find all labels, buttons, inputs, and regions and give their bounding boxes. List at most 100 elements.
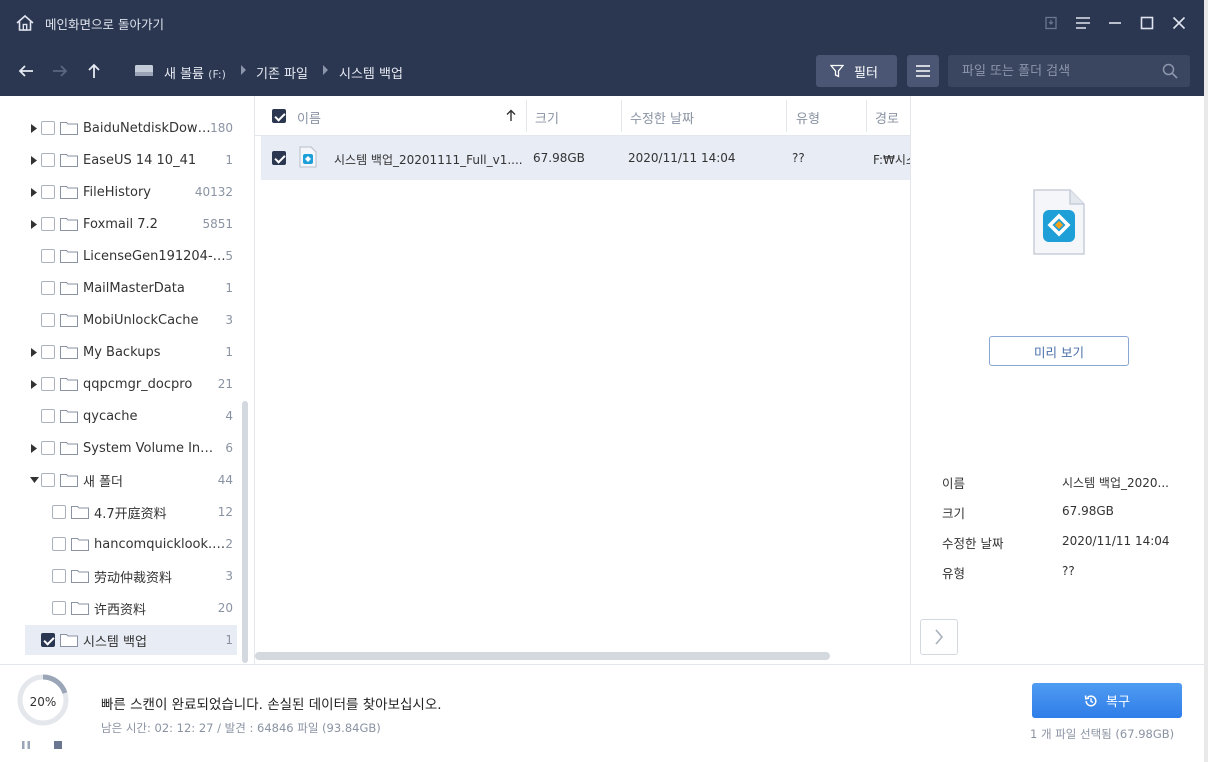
expand-arrow-icon[interactable] [27, 121, 41, 135]
tree-item[interactable]: LicenseGen191204-New 5 [41, 241, 233, 271]
next-file-button[interactable] [920, 619, 958, 655]
tree-item-name: 4.7开庭资料 [94, 506, 167, 522]
collapse-arrow-icon[interactable] [27, 473, 41, 487]
breadcrumb-drive[interactable]: 새 볼륨 (F:) [164, 63, 226, 82]
selection-info: 1 개 파일 선택됨 (67.98GB) [1030, 727, 1175, 741]
tree-item[interactable]: qycache 4 [41, 401, 233, 431]
expand-arrow-icon[interactable] [27, 153, 41, 167]
tree-checkbox[interactable] [41, 313, 55, 327]
tree-item-name: MobiUnlockCache [83, 312, 199, 328]
folder-tree: BaiduNetdiskDownl... 180 EaseUS 14 10_41… [0, 96, 254, 664]
column-divider[interactable] [526, 100, 527, 132]
back-arrow-icon[interactable] [16, 61, 36, 81]
tree-checkbox[interactable] [41, 281, 55, 295]
search-input[interactable] [948, 55, 1158, 87]
column-header-type[interactable]: 유형 [796, 108, 820, 127]
select-all-checkbox[interactable] [272, 109, 286, 123]
backup-file-large-icon [1033, 189, 1085, 255]
tree-item-name: 许西资料 [94, 602, 147, 618]
expand-arrow-icon[interactable] [27, 345, 41, 359]
tree-item[interactable]: 许西资料 20 [52, 593, 233, 623]
tree-checkbox[interactable] [41, 409, 55, 423]
tree-item-count: 1 [225, 633, 233, 647]
tree-item[interactable]: 劳动仲裁资料 3 [52, 561, 233, 591]
column-header-path[interactable]: 경로 [875, 108, 899, 127]
tree-checkbox[interactable] [52, 505, 66, 519]
meta-label-type: 유형 [942, 566, 966, 581]
preview-button[interactable]: 미리 보기 [989, 336, 1129, 366]
tree-checkbox[interactable] [41, 217, 55, 231]
tree-item-selected[interactable]: 시스템 백업 1 [25, 625, 237, 655]
tree-item[interactable]: FileHistory 40132 [27, 177, 233, 207]
close-icon[interactable] [1168, 12, 1190, 34]
tree-checkbox[interactable] [41, 377, 55, 391]
row-checkbox-checked[interactable] [272, 151, 286, 165]
column-header-size[interactable]: 크기 [535, 108, 559, 127]
search-icon[interactable] [1162, 63, 1178, 79]
filter-icon [830, 64, 844, 78]
tree-item[interactable]: EaseUS 14 10_41 1 [27, 145, 233, 175]
forward-arrow-icon[interactable] [50, 61, 70, 81]
pin-icon[interactable] [1040, 12, 1062, 34]
tree-item[interactable]: hancomquicklook.pkg 2 [52, 529, 233, 559]
column-divider[interactable] [621, 100, 622, 132]
tree-item-name: System Volume Infor... [83, 440, 217, 456]
stop-icon[interactable] [52, 739, 64, 751]
tree-checkbox[interactable] [41, 345, 55, 359]
column-divider[interactable] [786, 100, 787, 132]
tree-item[interactable]: qqpcmgr_docpro 21 [27, 369, 233, 399]
list-icon [916, 65, 930, 77]
folder-icon [60, 378, 78, 391]
menu-icon[interactable] [1072, 12, 1094, 34]
breadcrumb-separator-icon [241, 65, 246, 75]
expand-arrow-icon[interactable] [27, 185, 41, 199]
tree-item[interactable]: 새 폴더 44 [27, 465, 233, 495]
back-to-home-link[interactable]: 메인화면으로 돌아가기 [45, 14, 164, 33]
tree-checkbox-checked[interactable] [41, 633, 55, 647]
tree-checkbox[interactable] [41, 441, 55, 455]
tree-checkbox[interactable] [41, 249, 55, 263]
list-horizontal-scrollbar[interactable] [255, 652, 830, 660]
backup-file-icon [299, 146, 317, 168]
home-icon[interactable] [14, 12, 36, 34]
tree-item[interactable]: Foxmail 7.2 5851 [27, 209, 233, 239]
tree-item-count: 1 [225, 281, 233, 295]
breadcrumb-system-backup[interactable]: 시스템 백업 [339, 63, 403, 82]
folder-icon [60, 474, 78, 487]
view-list-button[interactable] [907, 55, 939, 87]
expand-arrow-icon[interactable] [27, 217, 41, 231]
tree-item[interactable]: BaiduNetdiskDownl... 180 [27, 113, 233, 143]
up-arrow-icon[interactable] [84, 61, 104, 81]
tree-item[interactable]: My Backups 1 [27, 337, 233, 367]
column-divider[interactable] [866, 100, 867, 132]
table-row[interactable]: 시스템 백업_20201111_Full_v1.... 67.98GB 2020… [261, 136, 911, 180]
tree-item[interactable]: 4.7开庭资料 12 [52, 497, 233, 527]
expand-arrow-icon[interactable] [27, 377, 41, 391]
scan-status-detail: 남은 시간: 02: 12: 27 / 발견 : 64846 파일 (93.84… [101, 721, 381, 735]
tree-checkbox[interactable] [52, 601, 66, 615]
pause-icon[interactable] [20, 739, 32, 751]
tree-item[interactable]: System Volume Infor... 6 [27, 433, 233, 463]
tree-scrollbar[interactable] [242, 401, 248, 663]
tree-checkbox[interactable] [41, 185, 55, 199]
tree-item-count: 180 [210, 121, 233, 135]
filter-button[interactable]: 필터 [816, 55, 897, 87]
sort-up-arrow-icon[interactable] [506, 109, 516, 122]
minimize-icon[interactable] [1104, 12, 1126, 34]
tree-checkbox[interactable] [41, 153, 55, 167]
tree-checkbox[interactable] [52, 569, 66, 583]
tree-checkbox[interactable] [52, 537, 66, 551]
column-header-name[interactable]: 이름 [297, 108, 321, 127]
tree-item-name: qqpcmgr_docpro [83, 376, 193, 392]
column-header-modified[interactable]: 수정한 날짜 [630, 108, 694, 127]
maximize-icon[interactable] [1136, 12, 1158, 34]
recover-button[interactable]: 복구 [1032, 683, 1182, 718]
tree-checkbox[interactable] [41, 121, 55, 135]
tree-checkbox[interactable] [41, 473, 55, 487]
preview-panel: 미리 보기 이름 시스템 백업_2020... 크기 67.98GB 수정한 날… [910, 96, 1204, 664]
cell-modified: 2020/11/11 14:04 [628, 151, 736, 165]
tree-item[interactable]: MailMasterData 1 [41, 273, 233, 303]
tree-item[interactable]: MobiUnlockCache 3 [41, 305, 233, 335]
expand-arrow-icon[interactable] [27, 441, 41, 455]
breadcrumb-existing-files[interactable]: 기존 파일 [256, 63, 308, 82]
